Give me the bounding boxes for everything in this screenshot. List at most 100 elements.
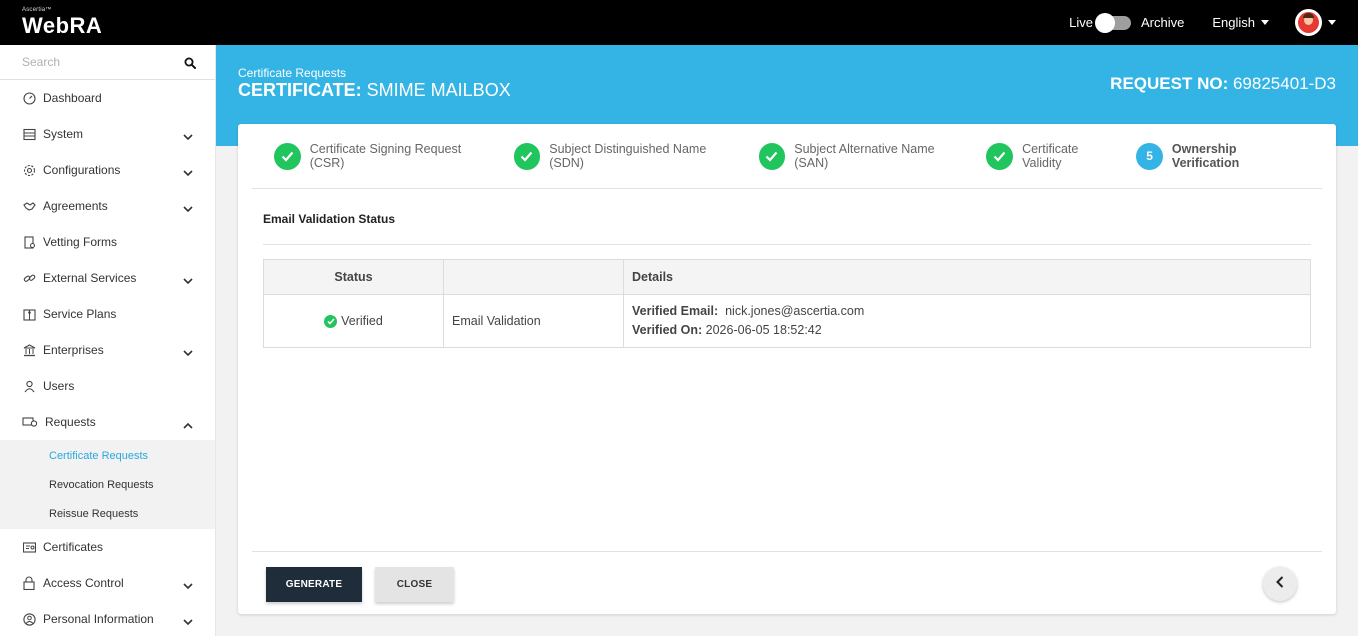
- system-icon: [22, 127, 36, 141]
- step-csr[interactable]: Certificate Signing Request (CSR): [274, 142, 498, 170]
- step-sdn[interactable]: Subject Distinguished Name (SDN): [513, 142, 743, 170]
- search-input[interactable]: [0, 45, 170, 79]
- chevron-down-icon: [183, 615, 193, 629]
- sidebar-item-agreements[interactable]: Agreements: [0, 188, 215, 224]
- status-text: Verified: [341, 314, 383, 329]
- sidebar-item-personal-information[interactable]: Personal Information: [0, 601, 215, 636]
- step-san[interactable]: Subject Alternative Name (SAN): [758, 142, 971, 170]
- chevron-down-icon: [183, 202, 193, 216]
- sidebar-item-requests[interactable]: Requests: [0, 404, 215, 440]
- details-cell: Verified Email: nick.jones@ascertia.com …: [623, 294, 1311, 348]
- status-cell: Verified: [263, 294, 444, 348]
- verified-on-line: Verified On: 2026-06-05 18:52:42: [632, 321, 1310, 340]
- sidebar-item-service-plans[interactable]: Service Plans: [0, 296, 215, 332]
- sidebar-item-external-services[interactable]: External Services: [0, 260, 215, 296]
- chevron-down-icon: [183, 579, 193, 593]
- sidebar-item-vetting-forms[interactable]: Vetting Forms: [0, 224, 215, 260]
- sidebar-item-enterprises[interactable]: Enterprises: [0, 332, 215, 368]
- back-button[interactable]: [1263, 567, 1297, 601]
- step-label: Certificate Signing Request (CSR): [309, 142, 462, 170]
- chevron-down-icon: [183, 346, 193, 360]
- generate-button[interactable]: GENERATE: [266, 567, 362, 602]
- table-header-row: Status Details: [263, 259, 1311, 295]
- avatar: [1295, 9, 1322, 36]
- sidebar-item-label: System: [43, 127, 84, 141]
- sidebar-item-label: Personal Information: [43, 612, 154, 626]
- status-badge: Verified: [324, 314, 383, 328]
- sidebar-item-configurations[interactable]: Configurations: [0, 152, 215, 188]
- chevron-up-icon: [183, 418, 193, 432]
- link-icon: [22, 271, 36, 285]
- check-icon: [513, 142, 541, 170]
- service-plan-icon: [22, 307, 36, 321]
- sidebar-item-users[interactable]: Users: [0, 368, 215, 404]
- toggle-knob: [1095, 12, 1115, 33]
- step-number: 5: [1136, 142, 1163, 170]
- check-icon: [274, 142, 301, 170]
- step-validity[interactable]: Certificate Validity: [986, 142, 1120, 170]
- sidebar-item-label: Enterprises: [43, 343, 104, 357]
- sidebar-item-label: Requests: [45, 415, 96, 429]
- search-icon[interactable]: [184, 56, 196, 74]
- caret-down-icon: [1261, 20, 1269, 25]
- sidebar-item-label: External Services: [43, 271, 137, 285]
- section-title: Email Validation Status: [263, 212, 396, 226]
- top-bar: Ascertia™ WebRA Live Archive English: [0, 0, 1358, 45]
- verified-email-line: Verified Email: nick.jones@ascertia.com: [632, 302, 1310, 321]
- step-label: Subject Distinguished Name (SDN): [549, 142, 707, 170]
- dashboard-icon: [22, 91, 36, 105]
- verified-on-label: Verified On:: [632, 323, 703, 337]
- step-label: Certificate Validity: [1022, 142, 1079, 170]
- requests-submenu: Certificate Requests Revocation Requests…: [0, 440, 215, 529]
- divider: [252, 551, 1322, 552]
- sidebar-item-label: Certificates: [43, 540, 104, 554]
- step-ownership-verification[interactable]: 5 Ownership Verification: [1136, 142, 1306, 170]
- sidebar-item-label: Configurations: [43, 163, 121, 177]
- live-label: Live: [1069, 15, 1093, 30]
- sidebar-search: [0, 45, 215, 80]
- request-card: Certificate Signing Request (CSR) Subjec…: [238, 124, 1336, 614]
- check-circle-icon: [324, 314, 338, 328]
- vetting-form-icon: [22, 235, 36, 249]
- sidebar-item-access-control[interactable]: Access Control: [0, 565, 215, 601]
- sidebar-subitem-certificate-requests[interactable]: Certificate Requests: [0, 441, 215, 470]
- page-title-value: SMIME MAILBOX: [366, 80, 511, 100]
- close-button[interactable]: CLOSE: [375, 567, 454, 602]
- live-archive-toggle[interactable]: [1095, 12, 1131, 33]
- logo[interactable]: Ascertia™ WebRA: [22, 7, 102, 38]
- sidebar-item-system[interactable]: System: [0, 116, 215, 152]
- language-selector[interactable]: English: [1212, 15, 1269, 30]
- sidebar-item-label: Vetting Forms: [43, 235, 118, 249]
- step-label: Subject Alternative Name (SAN): [794, 142, 935, 170]
- top-bar-controls: Live Archive English: [1069, 0, 1358, 45]
- table-row: Verified Email Validation Verified Email…: [263, 294, 1311, 348]
- sidebar-item-certificates[interactable]: Certificates: [0, 529, 215, 565]
- requests-icon: [22, 415, 38, 429]
- chevron-down-icon: [183, 166, 193, 180]
- certificate-icon: [22, 540, 36, 554]
- caret-down-icon: [1328, 20, 1336, 25]
- sidebar-subitem-reissue-requests[interactable]: Reissue Requests: [0, 499, 215, 528]
- request-number: REQUEST NO: 69825401-D3: [1110, 74, 1336, 94]
- sidebar-item-dashboard[interactable]: Dashboard: [0, 80, 215, 116]
- column-header-status: Status: [263, 259, 444, 295]
- column-header-type: [443, 259, 624, 295]
- language-label: English: [1212, 15, 1255, 30]
- breadcrumb[interactable]: Certificate Requests: [238, 66, 346, 80]
- sidebar: Dashboard System Configurations Agreemen…: [0, 45, 216, 636]
- wizard-stepper: Certificate Signing Request (CSR) Subjec…: [252, 124, 1322, 189]
- chevron-down-icon: [183, 130, 193, 144]
- logo-product: WebRA: [22, 13, 103, 38]
- gear-icon: [22, 163, 36, 177]
- request-number-value: 69825401-D3: [1232, 74, 1336, 93]
- verified-email-value: nick.jones@ascertia.com: [725, 304, 865, 318]
- handshake-icon: [22, 199, 36, 213]
- sidebar-item-label: Users: [43, 379, 75, 393]
- user-menu[interactable]: [1295, 9, 1336, 36]
- archive-label: Archive: [1141, 15, 1185, 30]
- verified-email-label: Verified Email:: [632, 304, 719, 318]
- user-icon: [22, 379, 36, 393]
- sidebar-subitem-revocation-requests[interactable]: Revocation Requests: [0, 470, 215, 499]
- sidebar-item-label: Dashboard: [43, 91, 102, 105]
- divider: [263, 244, 1311, 245]
